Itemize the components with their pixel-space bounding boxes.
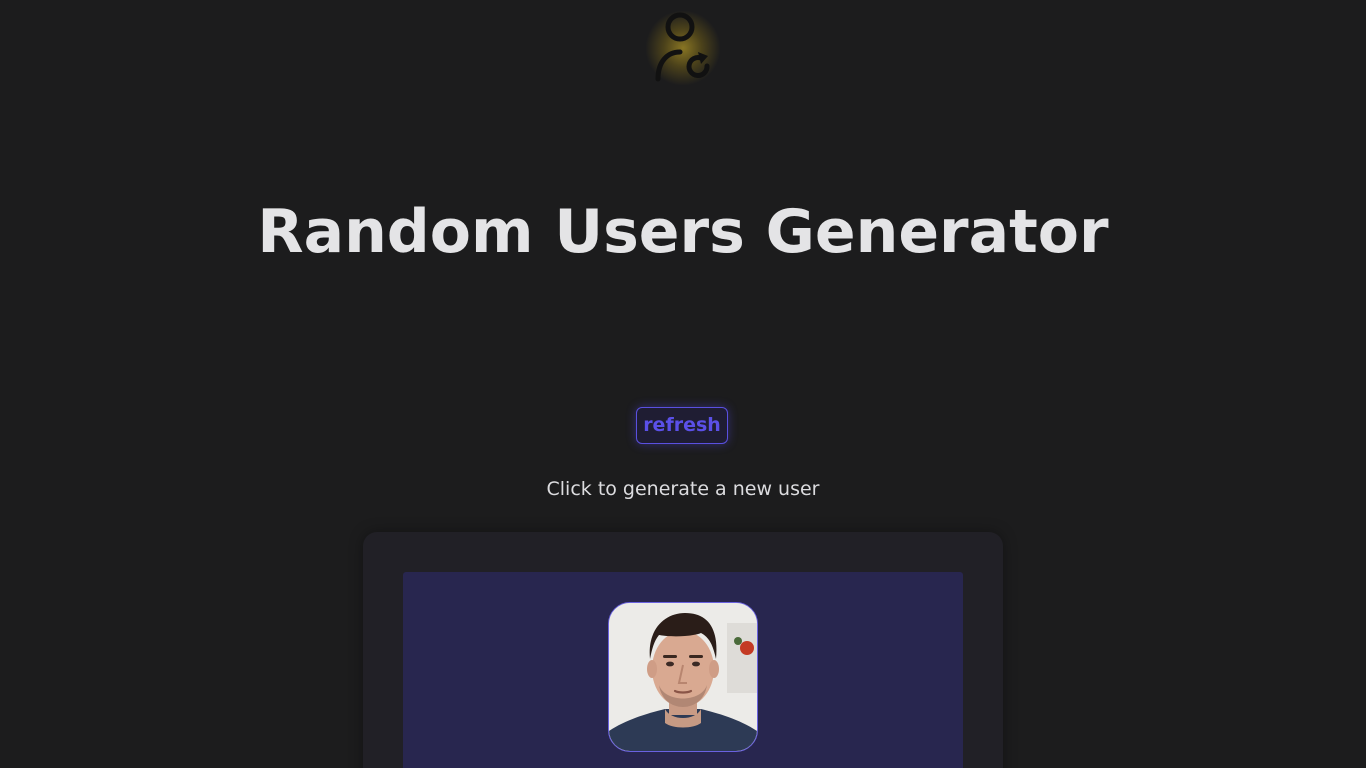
refresh-button[interactable]: refresh bbox=[636, 407, 728, 444]
user-card-header bbox=[403, 572, 963, 768]
page-title: Random Users Generator bbox=[257, 197, 1109, 267]
user-refresh-icon bbox=[655, 12, 710, 82]
user-avatar bbox=[608, 602, 758, 752]
page: Random Users Generator refresh Click to … bbox=[0, 0, 1366, 768]
user-portrait-photo bbox=[609, 603, 757, 751]
user-card bbox=[363, 532, 1003, 768]
app-logo bbox=[645, 10, 721, 86]
refresh-hint: Click to generate a new user bbox=[546, 478, 820, 500]
